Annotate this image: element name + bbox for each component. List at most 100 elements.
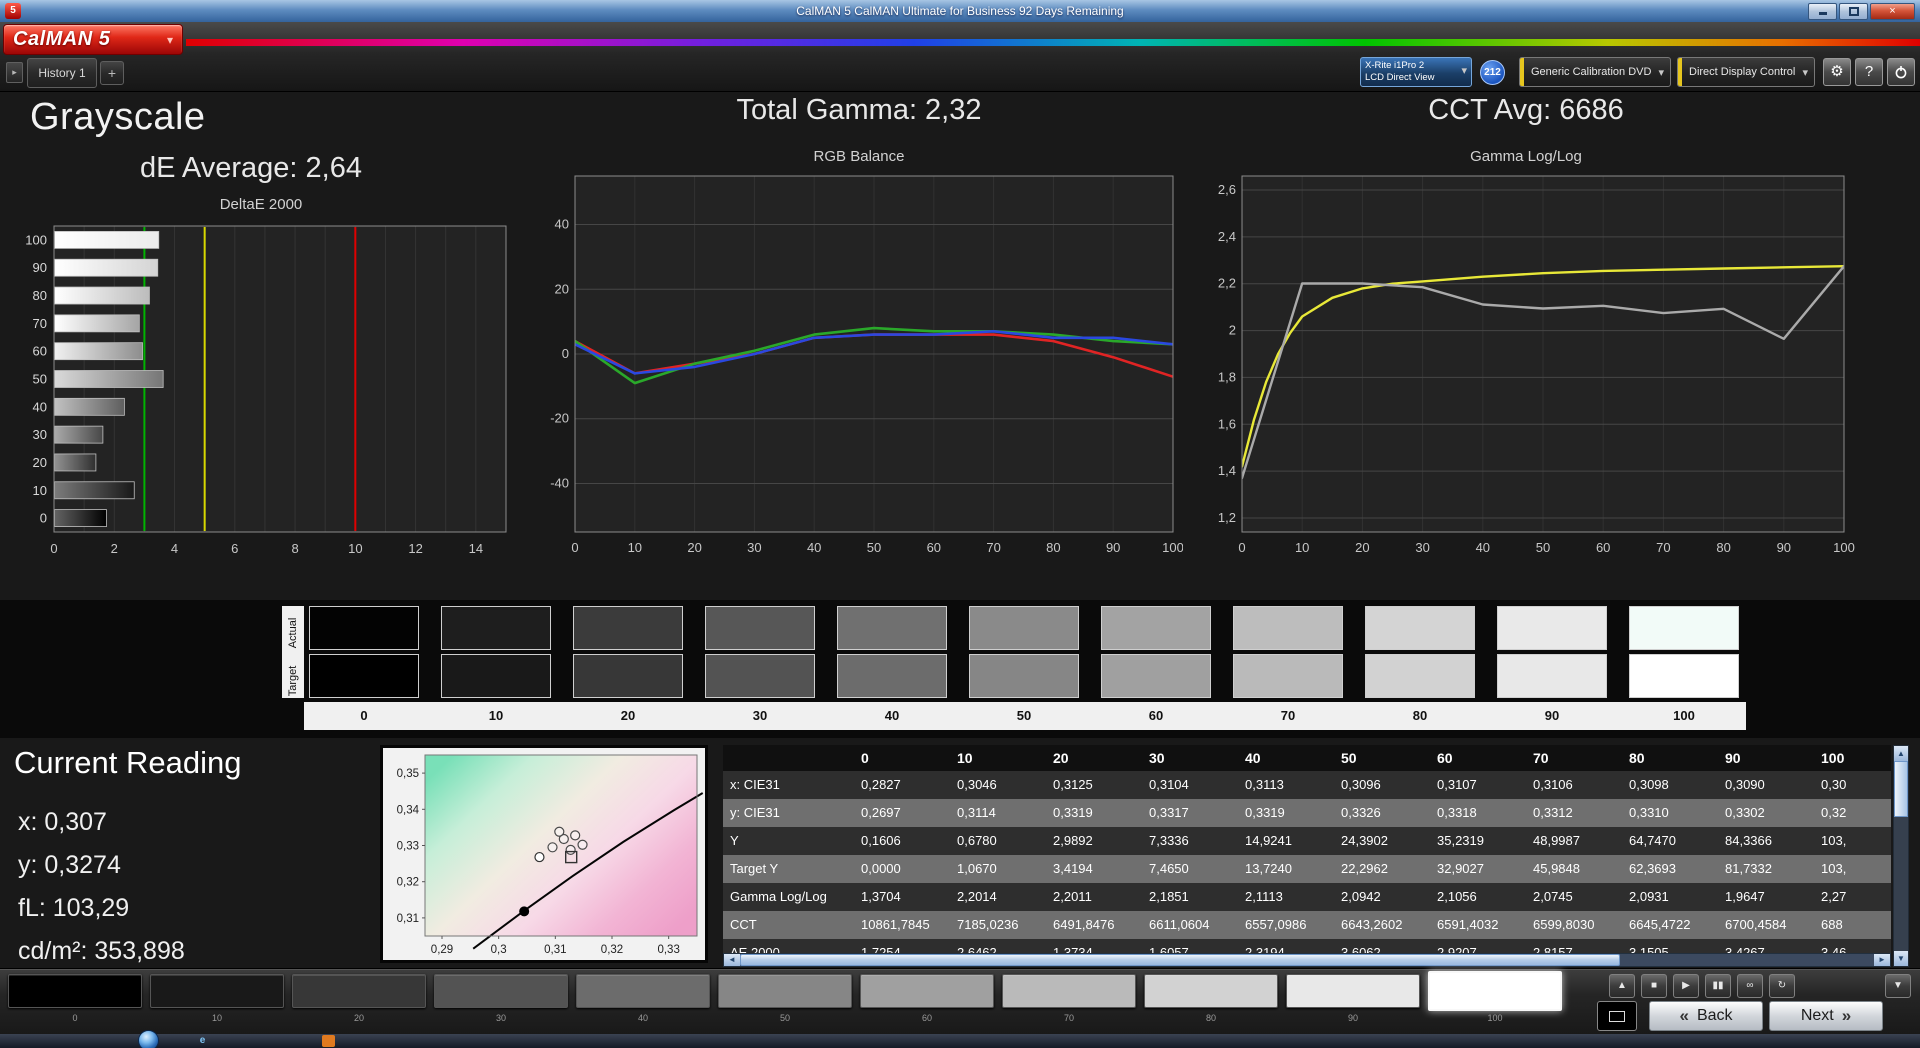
pattern-button-0[interactable] (8, 974, 142, 1008)
svg-text:2,4: 2,4 (1218, 229, 1236, 244)
table-cell: 24,3902 (1341, 833, 1388, 848)
table-cell: 2,2011 (1053, 889, 1092, 904)
strip-label-70: 70 (1280, 708, 1296, 723)
svg-text:0,31: 0,31 (397, 913, 419, 925)
gamma-loglog-chart: 0 10 20 30 40 50 60 70 80 90 100 2,6 2,4 2,2 2 1,8 1,6 1,… (1218, 175, 1855, 555)
stop-button[interactable]: ■ (1641, 974, 1667, 998)
svg-text:2,6: 2,6 (1218, 182, 1236, 197)
table-cell: 0,3046 (957, 777, 997, 792)
table-cell: 2,2014 (957, 889, 997, 904)
add-tab-button[interactable]: + (100, 61, 124, 85)
table-cell: 2,9892 (1053, 833, 1093, 848)
power-button[interactable] (1887, 58, 1915, 86)
de-average-value: dE Average: 2,64 (140, 152, 362, 184)
meter-status-badge: 212 (1480, 60, 1505, 85)
settings-button[interactable]: ⚙ (1823, 58, 1851, 86)
scroll-up-button[interactable]: ▲ (1894, 746, 1908, 761)
pattern-button-100[interactable] (1428, 971, 1562, 1011)
pattern-up-button[interactable]: ▲ (1609, 974, 1635, 998)
svg-text:50: 50 (1536, 540, 1550, 555)
table-cell: 0,3106 (1533, 777, 1573, 792)
pattern-button-60[interactable] (860, 974, 994, 1008)
power-icon (1895, 66, 1907, 79)
pattern-button-10[interactable] (150, 974, 284, 1008)
target-swatch-20 (573, 654, 683, 698)
table-cell: 0,3317 (1149, 805, 1189, 820)
pattern-bar: 0 10 20 30 40 50 60 70 80 90 100 ▲ ■ ▶ ▮▮ ∞ ↻ ▼ « … (0, 968, 1920, 1034)
taskbar-app-icon[interactable] (322, 1035, 335, 1047)
pattern-button-50[interactable] (718, 974, 852, 1008)
table-cell: 688 (1821, 917, 1843, 932)
target-actual-strip: Actual Target 0 10 20 30 40 50 60 70 80 90 100 (0, 600, 1920, 738)
window-controls: × (1808, 3, 1915, 20)
table-row-label: x: CIE31 (730, 777, 780, 792)
next-button[interactable]: Next » (1769, 1001, 1883, 1031)
reading-x: x: 0,307 (18, 808, 107, 836)
start-button[interactable] (138, 1030, 159, 1048)
table-cell: 14,9241 (1245, 833, 1292, 848)
pattern-button-90[interactable] (1286, 974, 1420, 1008)
svg-text:80: 80 (33, 288, 47, 303)
tab-history-1[interactable]: History 1 (27, 58, 97, 88)
svg-text:0,32: 0,32 (601, 944, 623, 956)
loop-button[interactable]: ∞ (1737, 974, 1763, 998)
svg-text:40: 40 (1476, 540, 1490, 555)
target-swatch-90 (1497, 654, 1607, 698)
vertical-scroll-track[interactable] (1894, 817, 1908, 951)
minimize-icon (1818, 12, 1827, 15)
vertical-scroll-thumb[interactable] (1894, 761, 1908, 817)
table-header-70: 70 (1533, 750, 1549, 766)
toolbar: CalMAN 5 ▾ ▸ History 1 + X-Rite i1Pro 2 … (0, 22, 1920, 92)
chevron-down-icon: ▼ (1893, 980, 1903, 991)
refresh-button[interactable]: ↻ (1769, 974, 1795, 998)
pattern-label-50: 50 (779, 1013, 790, 1023)
table-header-20: 20 (1053, 750, 1069, 766)
table-cell: 6557,0986 (1245, 917, 1307, 932)
target-swatch-80 (1365, 654, 1475, 698)
play-button[interactable]: ▶ (1673, 974, 1699, 998)
scroll-down-button[interactable]: ▼ (1894, 951, 1908, 966)
svg-text:0,33: 0,33 (397, 841, 419, 853)
pattern-label-30: 30 (495, 1013, 506, 1023)
pause-button[interactable]: ▮▮ (1705, 974, 1731, 998)
scroll-left-button[interactable]: ◄ (724, 954, 740, 966)
rgb-balance-chart: 0 10 20 30 40 50 60 70 80 90 100 40 20 0 -20 -40 (550, 175, 1183, 555)
browser-icon[interactable]: e (196, 1035, 209, 1047)
pattern-window-button[interactable] (1597, 1001, 1637, 1031)
table-cell: 0,3125 (1053, 777, 1093, 792)
horizontal-scroll-thumb[interactable] (740, 954, 1620, 966)
help-button[interactable]: ? (1855, 58, 1883, 86)
meter-selector[interactable]: X-Rite i1Pro 2 LCD Direct View ▾ (1360, 57, 1472, 87)
window-title: CalMAN 5 CalMAN Ultimate for Business 92… (796, 4, 1124, 18)
close-button[interactable]: × (1870, 3, 1915, 20)
pattern-button-70[interactable] (1002, 974, 1136, 1008)
source-selector[interactable]: Generic Calibration DVD ▾ (1519, 57, 1671, 87)
target-swatch-50 (969, 654, 1079, 698)
horizontal-scroll-track[interactable] (1620, 954, 1874, 966)
svg-text:0,3: 0,3 (491, 944, 507, 956)
table-vertical-scrollbar[interactable]: ▲ ▼ (1893, 745, 1909, 967)
pattern-button-30[interactable] (434, 974, 568, 1008)
table-header-10: 10 (957, 750, 973, 766)
yellow-accent-bar (1678, 58, 1682, 86)
pattern-button-80[interactable] (1144, 974, 1278, 1008)
minimize-button[interactable] (1808, 3, 1837, 20)
svg-text:100: 100 (1833, 540, 1855, 555)
table-cell: 2,0745 (1533, 889, 1573, 904)
table-cell: 0,30 (1821, 777, 1847, 792)
table-cell: 6643,2602 (1341, 917, 1403, 932)
calman-logo-menu[interactable]: CalMAN 5 ▾ (3, 24, 183, 55)
pattern-button-40[interactable] (576, 974, 710, 1008)
scroll-right-button[interactable]: ► (1874, 954, 1890, 966)
display-control-selector[interactable]: Direct Display Control ▾ (1677, 57, 1815, 87)
table-horizontal-scrollbar[interactable]: ◄ ► (723, 953, 1891, 967)
table-cell: 0,3114 (957, 805, 996, 820)
pattern-button-20[interactable] (292, 974, 426, 1008)
gamma-chart-title: Gamma Log/Log (1470, 148, 1582, 165)
table-cell: 0,3302 (1725, 805, 1765, 820)
pattern-down-button[interactable]: ▼ (1885, 974, 1911, 998)
rgb-chart-title: RGB Balance (813, 148, 905, 165)
maximize-button[interactable] (1839, 3, 1868, 20)
tab-scroll-button[interactable]: ▸ (6, 62, 23, 83)
back-button[interactable]: « Back (1649, 1001, 1763, 1031)
